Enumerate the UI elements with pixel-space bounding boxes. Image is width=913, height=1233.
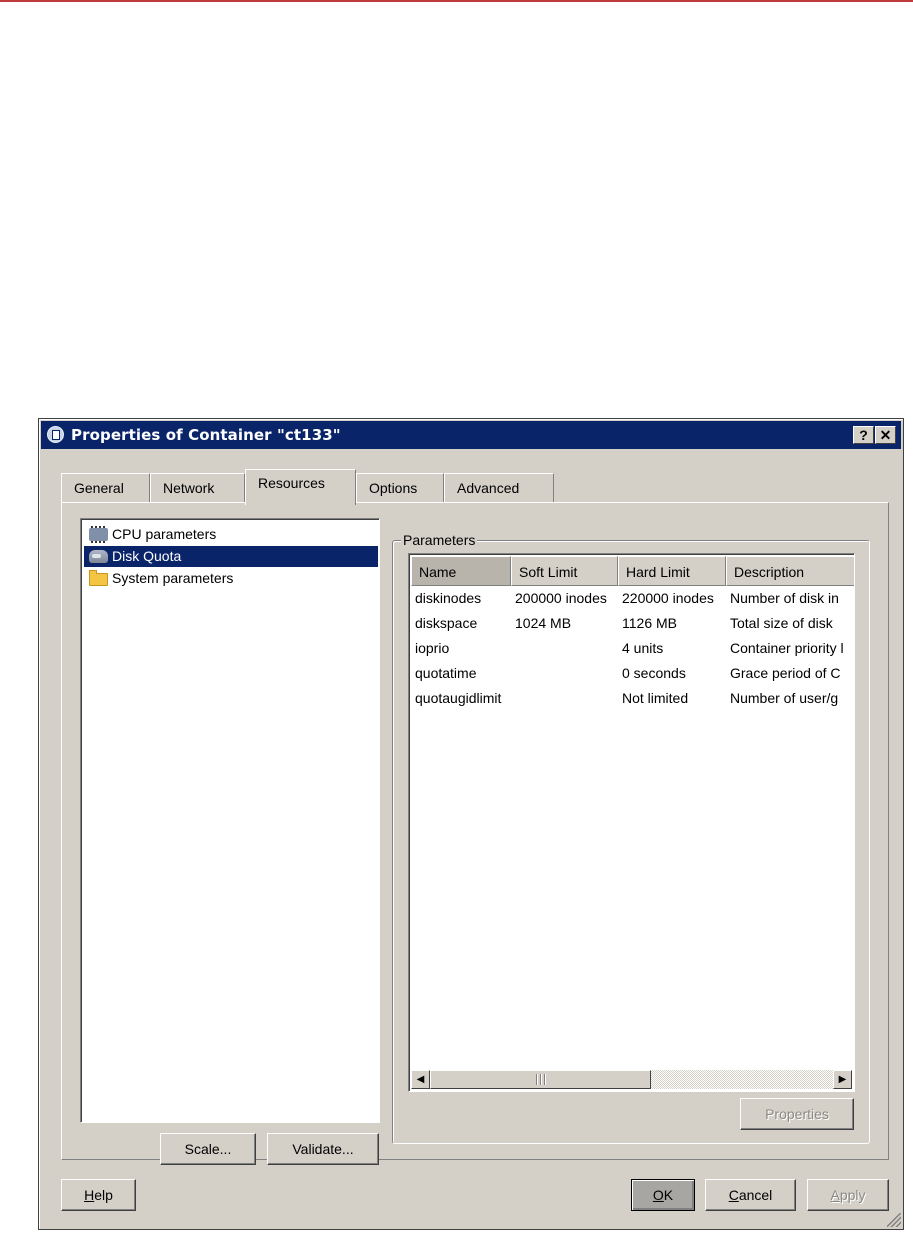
table-row[interactable]: quotatime 0 seconds Grace period of C xyxy=(411,661,854,686)
close-button[interactable]: ✕ xyxy=(875,426,896,444)
list-rows: diskinodes 200000 inodes 220000 inodes N… xyxy=(411,586,854,711)
ok-button[interactable]: OK xyxy=(631,1179,695,1211)
tree-item-cpu-parameters[interactable]: CPU parameters xyxy=(84,524,220,545)
tab-advanced[interactable]: Advanced xyxy=(444,473,554,503)
tab-network[interactable]: Network xyxy=(150,473,245,503)
cell-description: Grace period of C xyxy=(730,665,841,681)
cell-name: diskinodes xyxy=(415,590,482,606)
resize-grip-icon[interactable] xyxy=(887,1213,901,1227)
horizontal-scrollbar[interactable]: ◀ ▶ xyxy=(411,1070,852,1089)
table-row[interactable]: diskinodes 200000 inodes 220000 inodes N… xyxy=(411,586,854,611)
cell-description: Number of disk in xyxy=(730,590,839,606)
column-header-hard-limit[interactable]: Hard Limit xyxy=(618,556,726,586)
properties-dialog: Properties of Container "ct133" ? ✕ Gene… xyxy=(38,418,904,1230)
cell-hard-limit: 220000 inodes xyxy=(622,590,714,606)
disk-icon xyxy=(89,550,108,563)
resource-tree[interactable]: CPU parameters Disk Quota System paramet… xyxy=(80,518,380,1123)
top-rule xyxy=(0,0,913,2)
cpu-chip-icon xyxy=(89,526,108,543)
table-row[interactable]: ioprio 4 units Container priority l xyxy=(411,636,854,661)
title-bar[interactable]: Properties of Container "ct133" ? ✕ xyxy=(41,421,901,449)
parameters-group: Parameters Name Soft Limit Hard Limit De… xyxy=(392,531,870,1144)
tree-item-label: System parameters xyxy=(112,570,234,586)
parameters-legend: Parameters xyxy=(401,531,478,549)
cell-description: Container priority l xyxy=(730,640,844,656)
tree-item-label: CPU parameters xyxy=(112,526,217,542)
cell-soft-limit: 1024 MB xyxy=(515,615,572,631)
cell-soft-limit: 200000 inodes xyxy=(515,590,607,606)
list-header: Name Soft Limit Hard Limit Description xyxy=(411,556,854,586)
table-row[interactable]: quotaugidlimit Not limited Number of use… xyxy=(411,686,854,711)
column-header-soft-limit[interactable]: Soft Limit xyxy=(511,556,618,586)
cell-hard-limit: Not limited xyxy=(622,690,689,706)
cell-name: quotatime xyxy=(415,665,477,681)
window-title: Properties of Container "ct133" xyxy=(71,426,341,444)
help-title-button[interactable]: ? xyxy=(853,426,874,444)
resources-panel: CPU parameters Disk Quota System paramet… xyxy=(61,502,889,1165)
tab-options[interactable]: Options xyxy=(356,473,444,503)
cell-description: Number of user/g xyxy=(730,690,839,706)
folder-icon xyxy=(89,570,108,586)
column-header-name[interactable]: Name xyxy=(411,556,511,586)
column-header-description[interactable]: Description xyxy=(726,556,854,586)
cell-hard-limit: 0 seconds xyxy=(622,665,686,681)
scroll-left-button[interactable]: ◀ xyxy=(411,1070,430,1089)
parameters-list[interactable]: Name Soft Limit Hard Limit Description d… xyxy=(408,553,855,1092)
cancel-button[interactable]: Cancel xyxy=(705,1179,796,1211)
cell-name: diskspace xyxy=(415,615,478,631)
cell-name: quotaugidlimit xyxy=(415,690,502,706)
tab-general[interactable]: General xyxy=(61,473,150,503)
help-button[interactable]: Help xyxy=(61,1179,136,1211)
tree-item-disk-quota[interactable]: Disk Quota xyxy=(84,546,378,567)
cell-hard-limit: 4 units xyxy=(622,640,664,656)
cell-name: ioprio xyxy=(415,640,450,656)
apply-button[interactable]: Apply xyxy=(807,1179,889,1211)
cell-hard-limit: 1126 MB xyxy=(622,615,677,631)
container-icon xyxy=(47,426,64,443)
table-row[interactable]: diskspace 1024 MB 1126 MB Total size of … xyxy=(411,611,854,636)
validate-button[interactable]: Validate... xyxy=(267,1133,379,1165)
tree-item-system-parameters[interactable]: System parameters xyxy=(84,568,237,589)
grip-icon xyxy=(536,1074,546,1085)
properties-button[interactable]: Properties xyxy=(740,1098,854,1130)
scroll-thumb[interactable] xyxy=(430,1070,651,1089)
cell-description: Total size of disk xyxy=(730,615,833,631)
scroll-right-button[interactable]: ▶ xyxy=(833,1070,852,1089)
scale-button[interactable]: Scale... xyxy=(160,1133,256,1165)
tree-item-label: Disk Quota xyxy=(112,548,182,564)
tab-resources[interactable]: Resources xyxy=(245,469,356,505)
